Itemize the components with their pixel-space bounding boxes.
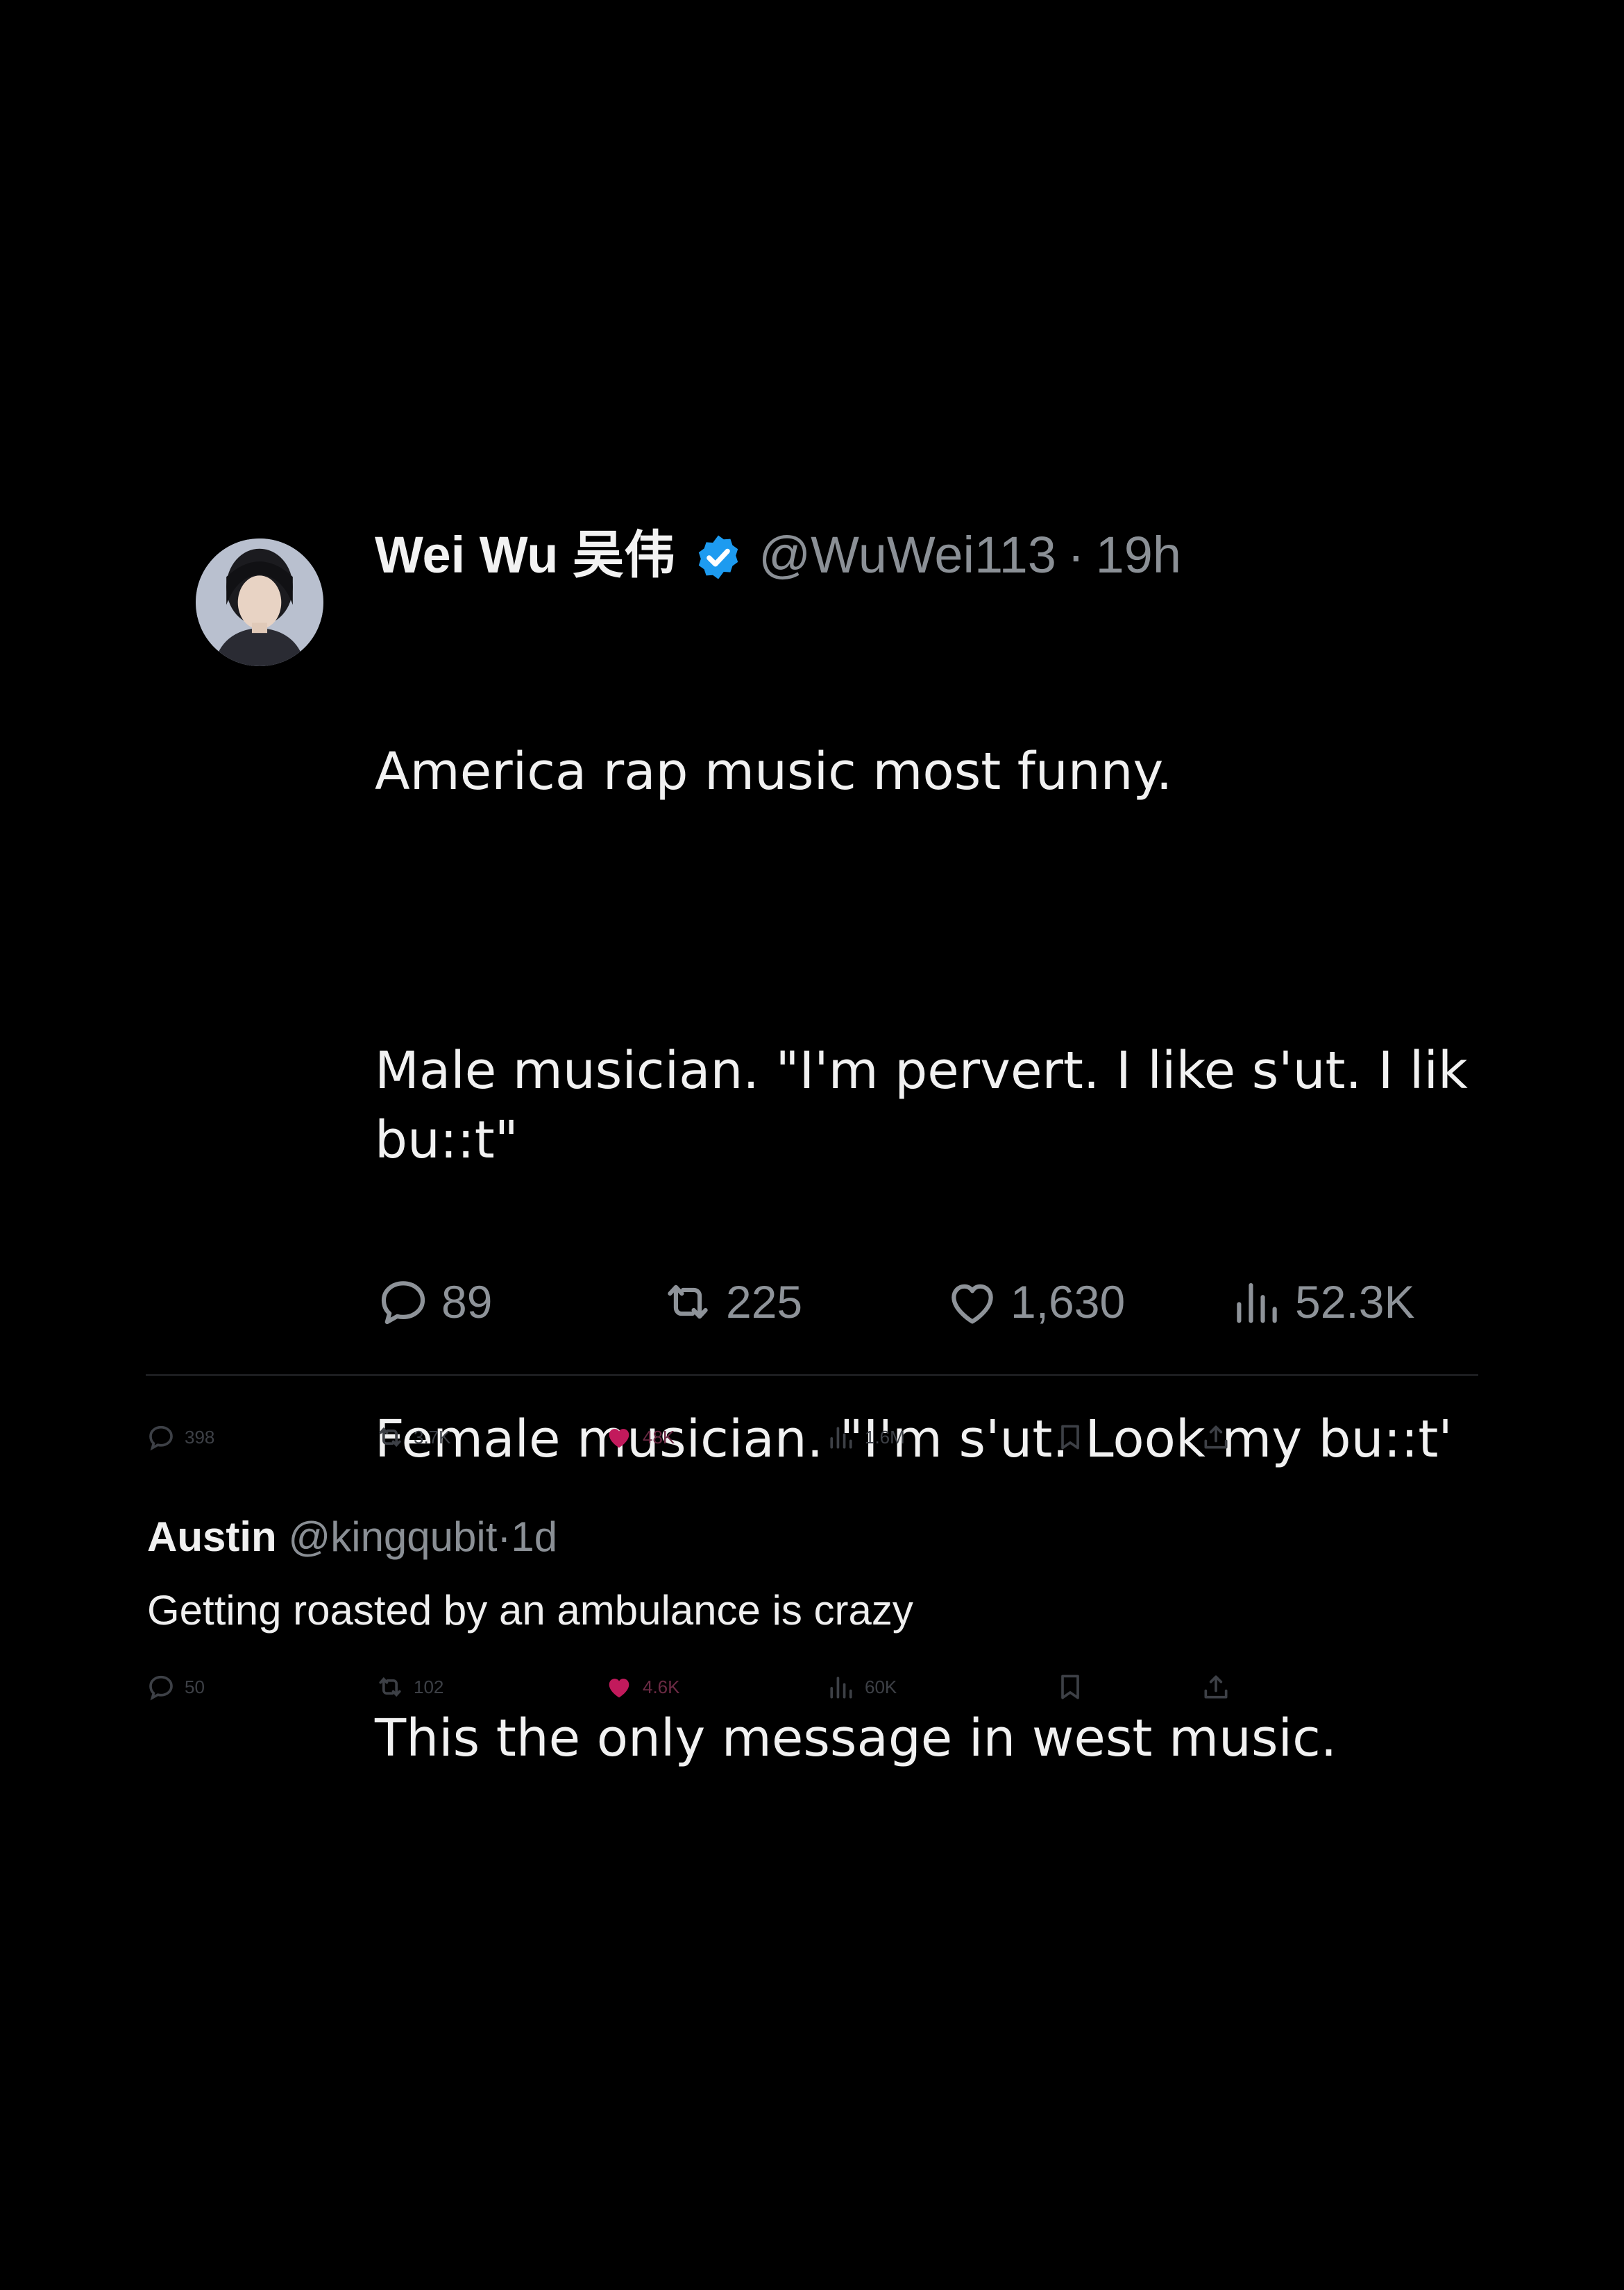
tweet-paragraph: America rap music most funny. — [375, 742, 1173, 802]
share-button[interactable] — [1201, 1663, 1240, 1711]
share-icon — [1204, 1675, 1228, 1699]
like-button[interactable]: 1,630 — [944, 1267, 1125, 1337]
view-count: 1.6M — [865, 1426, 905, 1448]
divider — [146, 1374, 1478, 1376]
reply-button[interactable]: 89 — [375, 1267, 492, 1337]
reply-count: 89 — [441, 1276, 493, 1328]
bookmark-button[interactable] — [1055, 1413, 1094, 1461]
retweet-button[interactable]: 102 — [375, 1663, 443, 1711]
view-count: 60K — [865, 1676, 897, 1697]
like-count: 1,630 — [1010, 1276, 1126, 1328]
heart-icon — [951, 1284, 993, 1324]
like-button[interactable]: 48K — [604, 1413, 675, 1461]
tweet-paragraph: Male musician. "I'm pervert. I like s'ut… — [375, 1041, 1468, 1170]
heart-icon — [609, 1429, 629, 1448]
reply-text: Getting roasted by an ambulance is crazy — [147, 1587, 913, 1634]
views-button[interactable]: 1.6M — [826, 1413, 905, 1461]
bookmark-icon — [1061, 1674, 1079, 1699]
reply-separator: · — [497, 1513, 511, 1560]
reply-timestamp[interactable]: 1d — [511, 1513, 557, 1560]
retweet-icon — [668, 1284, 708, 1319]
heart-icon — [609, 1679, 629, 1698]
views-button[interactable]: 60K — [826, 1663, 897, 1711]
views-icon — [1237, 1283, 1277, 1323]
tweet-timestamp[interactable]: 19h — [1096, 520, 1181, 590]
views-button[interactable]: 52.3K — [1228, 1267, 1414, 1337]
share-button[interactable] — [1201, 1413, 1240, 1461]
reply-button[interactable]: 398 — [146, 1413, 214, 1461]
bookmark-button[interactable] — [1055, 1663, 1094, 1711]
reply-count: 398 — [185, 1426, 215, 1448]
like-count: 4.6K — [643, 1676, 680, 1697]
view-count: 52.3K — [1295, 1276, 1415, 1328]
reply-count: 50 — [185, 1676, 205, 1697]
avatar-photo — [196, 538, 323, 666]
reply-author-handle[interactable]: @kingqubit — [288, 1513, 497, 1560]
retweet-button[interactable]: 225 — [659, 1267, 802, 1337]
views-icon — [830, 1427, 852, 1449]
avatar[interactable] — [196, 538, 323, 666]
reply-icon — [149, 1675, 173, 1701]
share-icon — [1204, 1425, 1228, 1449]
reply-action-bar: 50 102 4.6K 60K — [146, 1663, 1256, 1711]
reply-button[interactable]: 50 — [146, 1663, 205, 1711]
verified-badge-icon — [693, 530, 743, 580]
tweet-header: Wei Wu 吴伟 @WuWei113 · 19h — [375, 520, 1181, 590]
retweet-icon — [379, 1427, 401, 1448]
author-display-name[interactable]: Wei Wu 吴伟 — [375, 520, 675, 590]
retweet-icon — [379, 1677, 401, 1697]
reply-icon — [149, 1425, 173, 1451]
post-action-bar: 398 3.7K 48K 1.6M — [146, 1413, 1256, 1461]
retweet-count: 3.7K — [414, 1426, 451, 1448]
tweet-text: America rap music most funny. Male music… — [375, 598, 1555, 1842]
reply-author-name[interactable]: Austin — [147, 1513, 277, 1560]
header-separator: · — [1067, 526, 1085, 584]
tweet-paragraph: This the only message in west music. — [375, 1708, 1337, 1768]
retweet-count: 225 — [726, 1276, 803, 1328]
retweet-button[interactable]: 3.7K — [375, 1413, 451, 1461]
views-icon — [830, 1677, 852, 1699]
like-button[interactable]: 4.6K — [604, 1663, 680, 1711]
bookmark-icon — [1061, 1425, 1079, 1450]
tweet-action-bar: 89 225 1,630 52.3K — [375, 1267, 1430, 1337]
author-handle[interactable]: @WuWei113 — [759, 520, 1056, 590]
reply-header: Austin @kingqubit·1d — [147, 1506, 557, 1568]
reply-icon — [381, 1281, 425, 1325]
retweet-count: 102 — [414, 1676, 444, 1697]
like-count: 48K — [643, 1426, 675, 1448]
